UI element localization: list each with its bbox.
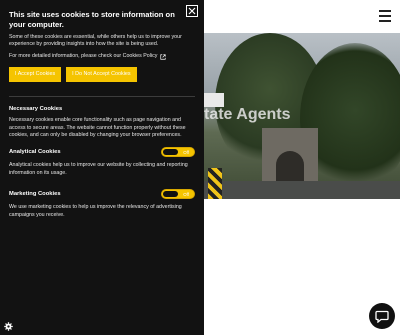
analytical-cookies-header: Analytical Cookies Off	[9, 147, 195, 158]
cookies-policy-text: For more detailed information, please ch…	[9, 52, 158, 59]
cookie-intro-text: Some of these cookies are essential, whi…	[9, 34, 182, 48]
external-link-icon	[160, 53, 166, 60]
analytical-cookies-toggle[interactable]: Off	[161, 147, 195, 158]
chat-button[interactable]	[369, 303, 395, 329]
analytical-cookies-title: Analytical Cookies	[9, 149, 61, 156]
toggle-knob	[163, 149, 178, 156]
marketing-cookies-title: Marketing Cookies	[9, 191, 61, 198]
necessary-cookies-title: Necessary Cookies	[9, 106, 63, 113]
hero-title: tate Agents	[204, 106, 291, 123]
necessary-cookies-text: Necessary cookies enable core functional…	[9, 117, 186, 139]
consent-buttons: I Accept Cookies I Do Not Accept Cookies	[9, 67, 195, 83]
cookie-banner-title: This site uses cookies to store informat…	[9, 10, 175, 29]
close-button[interactable]	[186, 5, 198, 17]
cookies-policy-link[interactable]: For more detailed information, please ch…	[9, 53, 195, 60]
close-icon	[188, 7, 196, 15]
toggle-knob	[163, 191, 178, 198]
toggle-state-label: Off	[183, 192, 189, 198]
marketing-cookies-toggle[interactable]: Off	[161, 189, 195, 200]
toggle-state-label: Off	[183, 150, 189, 156]
marketing-cookies-text: We use marketing cookies to help us impr…	[9, 204, 182, 218]
cookie-consent-panel: This site uses cookies to store informat…	[0, 0, 204, 335]
divider	[9, 96, 195, 98]
decline-cookies-button[interactable]: I Do Not Accept Cookies	[66, 67, 137, 83]
accept-cookies-button[interactable]: I Accept Cookies	[9, 67, 62, 83]
chat-icon	[375, 310, 389, 323]
menu-icon[interactable]	[379, 10, 391, 22]
marketing-cookies-header: Marketing Cookies Off	[9, 189, 195, 200]
analytical-cookies-text: Analytical cookies help us to improve ou…	[9, 162, 188, 176]
cookie-settings-icon[interactable]	[4, 322, 13, 331]
